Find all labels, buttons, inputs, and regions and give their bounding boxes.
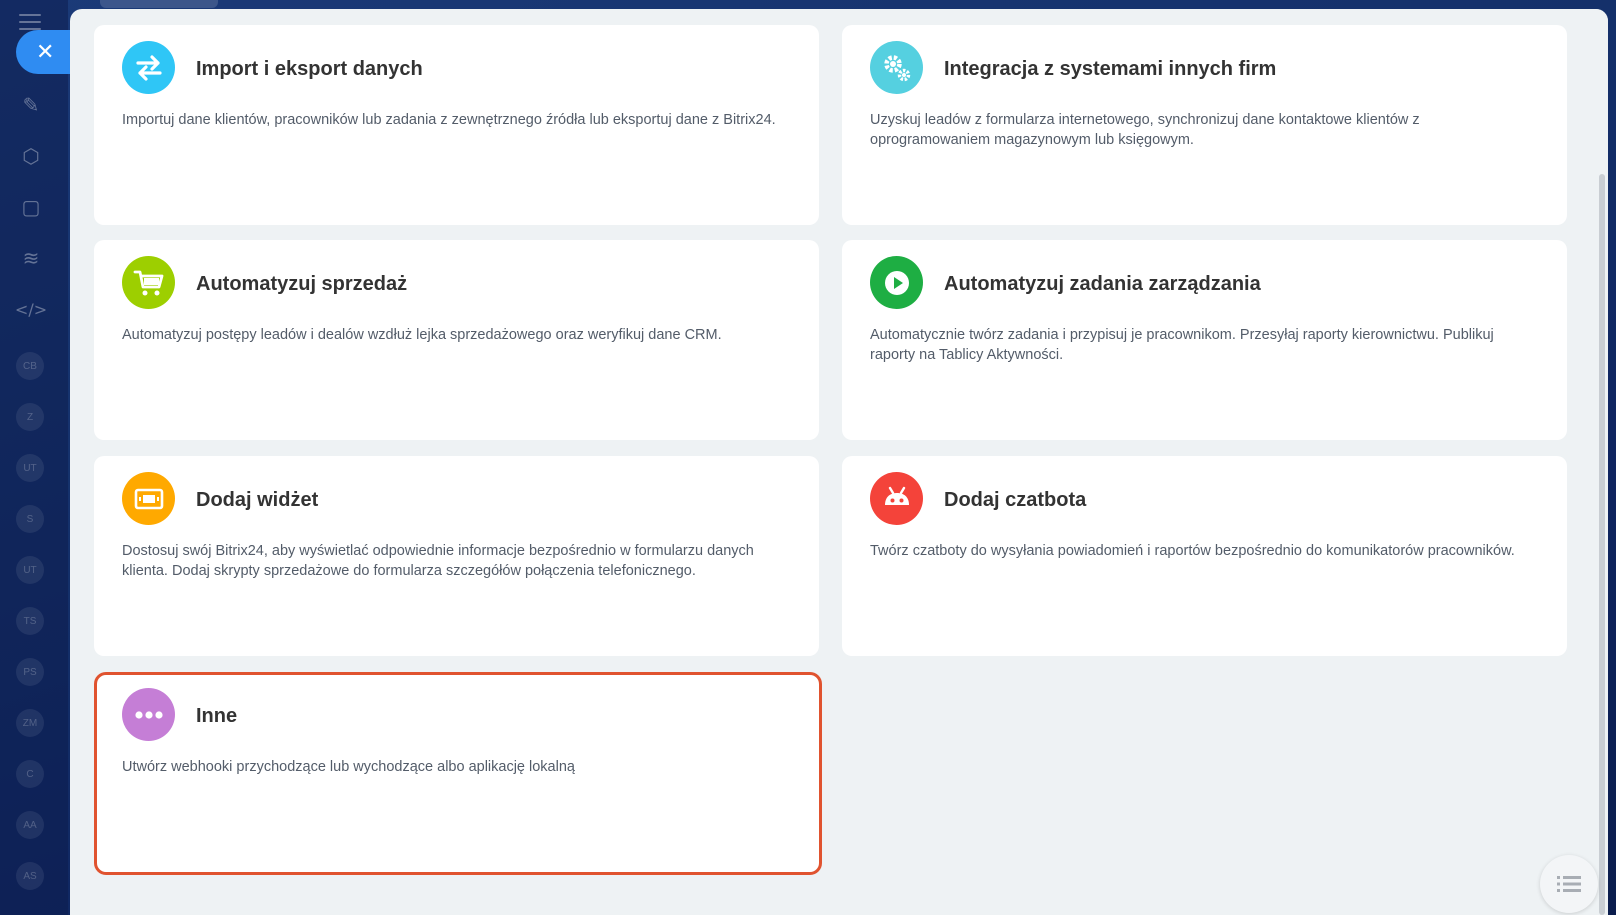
more-dots-icon: [122, 688, 175, 741]
card-title: Automatyzuj zadania zarządzania: [944, 273, 1261, 295]
close-icon: ✕: [36, 39, 55, 65]
card-title: Automatyzuj sprzedaż: [196, 273, 408, 295]
box-icon[interactable]: ▢: [16, 192, 46, 222]
hexagon-icon[interactable]: ⬡: [16, 141, 46, 171]
avatar[interactable]: TS: [16, 607, 44, 635]
card-description: Uzyskuj leadów z formularza internetoweg…: [870, 112, 1420, 148]
avatar[interactable]: Z: [16, 403, 44, 431]
document-edit-icon[interactable]: ✎: [16, 90, 46, 120]
cart-icon: [122, 256, 175, 309]
card-automate-sales[interactable]: Automatyzuj sprzedaż Automatyzuj postępy…: [94, 240, 819, 440]
card-title: Integracja z systemami innych firm: [944, 58, 1277, 80]
card-other[interactable]: Inne Utwórz webhooki przychodzące lub wy…: [94, 672, 822, 875]
card-add-chatbot[interactable]: Dodaj czatbota Twórz czatboty do wysyłan…: [842, 456, 1567, 656]
logo-icon[interactable]: ≋: [16, 243, 46, 273]
avatar[interactable]: AA: [16, 811, 44, 839]
card-title: Import i eksport danych: [196, 58, 423, 80]
code-icon[interactable]: </>: [15, 294, 47, 324]
avatar[interactable]: UT: [16, 556, 44, 584]
avatar[interactable]: S: [16, 505, 44, 533]
scrollbar-thumb[interactable]: [1599, 174, 1605, 915]
avatar[interactable]: CB: [16, 352, 44, 380]
card-automate-tasks[interactable]: Automatyzuj zadania zarządzania Automaty…: [842, 240, 1567, 440]
close-button[interactable]: ✕: [16, 30, 76, 74]
card-title: Inne: [196, 705, 238, 727]
top-tab: [100, 0, 218, 8]
card-description: Importuj dane klientów, pracowników lub …: [122, 112, 776, 128]
avatar[interactable]: ZM: [16, 709, 44, 737]
robot-icon: [870, 472, 923, 525]
card-description: Automatycznie twórz zadania i przypisuj …: [870, 327, 1494, 363]
card-description: Automatyzuj postępy leadów i dealów wzdł…: [122, 327, 722, 343]
scrollbar[interactable]: [1594, 9, 1608, 915]
card-add-widget[interactable]: Dodaj widżet Dostosuj swój Bitrix24, aby…: [94, 456, 819, 656]
card-description: Twórz czatboty do wysyłania powiadomień …: [870, 543, 1515, 559]
card-import-export[interactable]: Import i eksport danych Importuj dane kl…: [94, 25, 819, 225]
help-button[interactable]: [1540, 855, 1598, 913]
card-description: Utwórz webhooki przychodzące lub wychodz…: [122, 759, 575, 775]
card-title: Dodaj czatbota: [944, 489, 1087, 511]
avatar[interactable]: C: [16, 760, 44, 788]
avatar[interactable]: UT: [16, 454, 44, 482]
card-integration[interactable]: Integracja z systemami innych firm Uzysk…: [842, 25, 1567, 225]
card-title: Dodaj widżet: [196, 489, 319, 511]
widget-icon: [122, 472, 175, 525]
gears-icon: [870, 41, 923, 94]
avatar[interactable]: PS: [16, 658, 44, 686]
play-icon: [870, 256, 923, 309]
avatar[interactable]: AS: [16, 862, 44, 890]
integrations-panel: Import i eksport danych Importuj dane kl…: [70, 9, 1608, 915]
list-icon: [1557, 876, 1581, 892]
arrows-exchange-icon: [122, 41, 175, 94]
card-description: Dostosuj swój Bitrix24, aby wyświetlać o…: [122, 543, 754, 579]
left-sidebar: ✎ ⬡ ▢ ≋ </> CB Z UT S UT TS PS ZM C AA A…: [0, 0, 68, 915]
